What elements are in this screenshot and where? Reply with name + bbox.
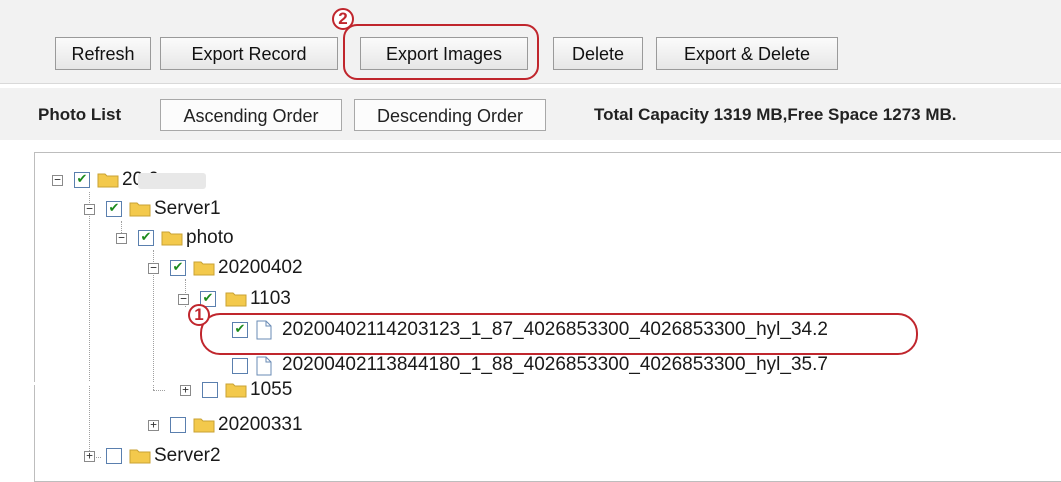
checkbox-checked-icon[interactable]: ✔ [106, 201, 122, 217]
folder-icon [225, 383, 247, 398]
tree-node-label: 20200402 [218, 257, 303, 278]
checkbox-checked-icon[interactable]: ✔ [138, 230, 154, 246]
tree-node-label: Server2 [154, 445, 221, 466]
tree-node-server1[interactable]: − ✔ Server1 [0, 197, 1000, 225]
tree-node-label: Server1 [154, 198, 221, 219]
descending-order-button[interactable]: Descending Order [354, 99, 546, 131]
tree-node-server2[interactable]: + Server2 [0, 444, 1000, 472]
collapse-icon[interactable]: − [178, 293, 189, 305]
collapse-icon[interactable]: − [52, 174, 63, 186]
tree-node-20200402[interactable]: − ✔ 20200402 [0, 256, 1000, 284]
tree-node-label: 1055 [250, 379, 293, 400]
expand-icon[interactable]: + [84, 450, 95, 462]
checkbox-checked-icon[interactable]: ✔ [170, 260, 186, 276]
callout-file-row [200, 313, 918, 355]
checkbox-checked-icon[interactable]: ✔ [74, 172, 90, 188]
ascending-order-button[interactable]: Ascending Order [160, 99, 342, 131]
checkbox-icon[interactable] [106, 448, 122, 464]
collapse-icon[interactable]: − [148, 262, 159, 274]
toolbar-divider [0, 83, 1061, 84]
tree-node-photo[interactable]: − ✔ photo [0, 226, 1000, 254]
collapse-icon[interactable]: − [116, 232, 127, 244]
folder-icon [129, 449, 151, 464]
collapse-icon[interactable]: − [84, 203, 95, 215]
export-record-button[interactable]: Export Record [160, 37, 338, 70]
tree-node-20200331[interactable]: + 20200331 [0, 413, 1000, 441]
callout-badge-2: 2 [332, 8, 354, 30]
folder-icon [193, 261, 215, 276]
checkbox-icon[interactable] [202, 382, 218, 398]
expand-icon[interactable]: + [148, 419, 159, 431]
folder-icon [97, 173, 119, 188]
export-delete-button[interactable]: Export & Delete [656, 37, 838, 70]
file-icon [256, 356, 272, 376]
checkbox-icon[interactable] [232, 358, 248, 374]
capacity-status: Total Capacity 1319 MB,Free Space 1273 M… [594, 105, 957, 124]
folder-icon [193, 418, 215, 433]
checkbox-icon[interactable] [170, 417, 186, 433]
tree-node-1103[interactable]: − ✔ 1103 [0, 287, 1000, 315]
delete-button[interactable]: Delete [553, 37, 643, 70]
callout-export-images [343, 24, 539, 80]
folder-icon [129, 202, 151, 217]
tree-node-label: photo [186, 227, 234, 248]
folder-icon [225, 292, 247, 307]
tree-node-root[interactable]: − ✔ 20 0 [0, 168, 1000, 196]
refresh-button[interactable]: Refresh [55, 37, 151, 70]
tree-node-label: 1103 [250, 288, 291, 309]
callout-badge-1: 1 [188, 304, 210, 326]
tree-node-label: 20200402113844180_1_88_4026853300_402685… [282, 354, 828, 375]
photo-list-label: Photo List [38, 105, 122, 124]
expand-icon[interactable]: + [180, 384, 191, 396]
tree-node-1055[interactable]: + 1055 [0, 378, 1000, 406]
tree-node-label: 20200331 [218, 414, 303, 435]
folder-icon [161, 231, 183, 246]
redaction-blur [138, 173, 206, 189]
